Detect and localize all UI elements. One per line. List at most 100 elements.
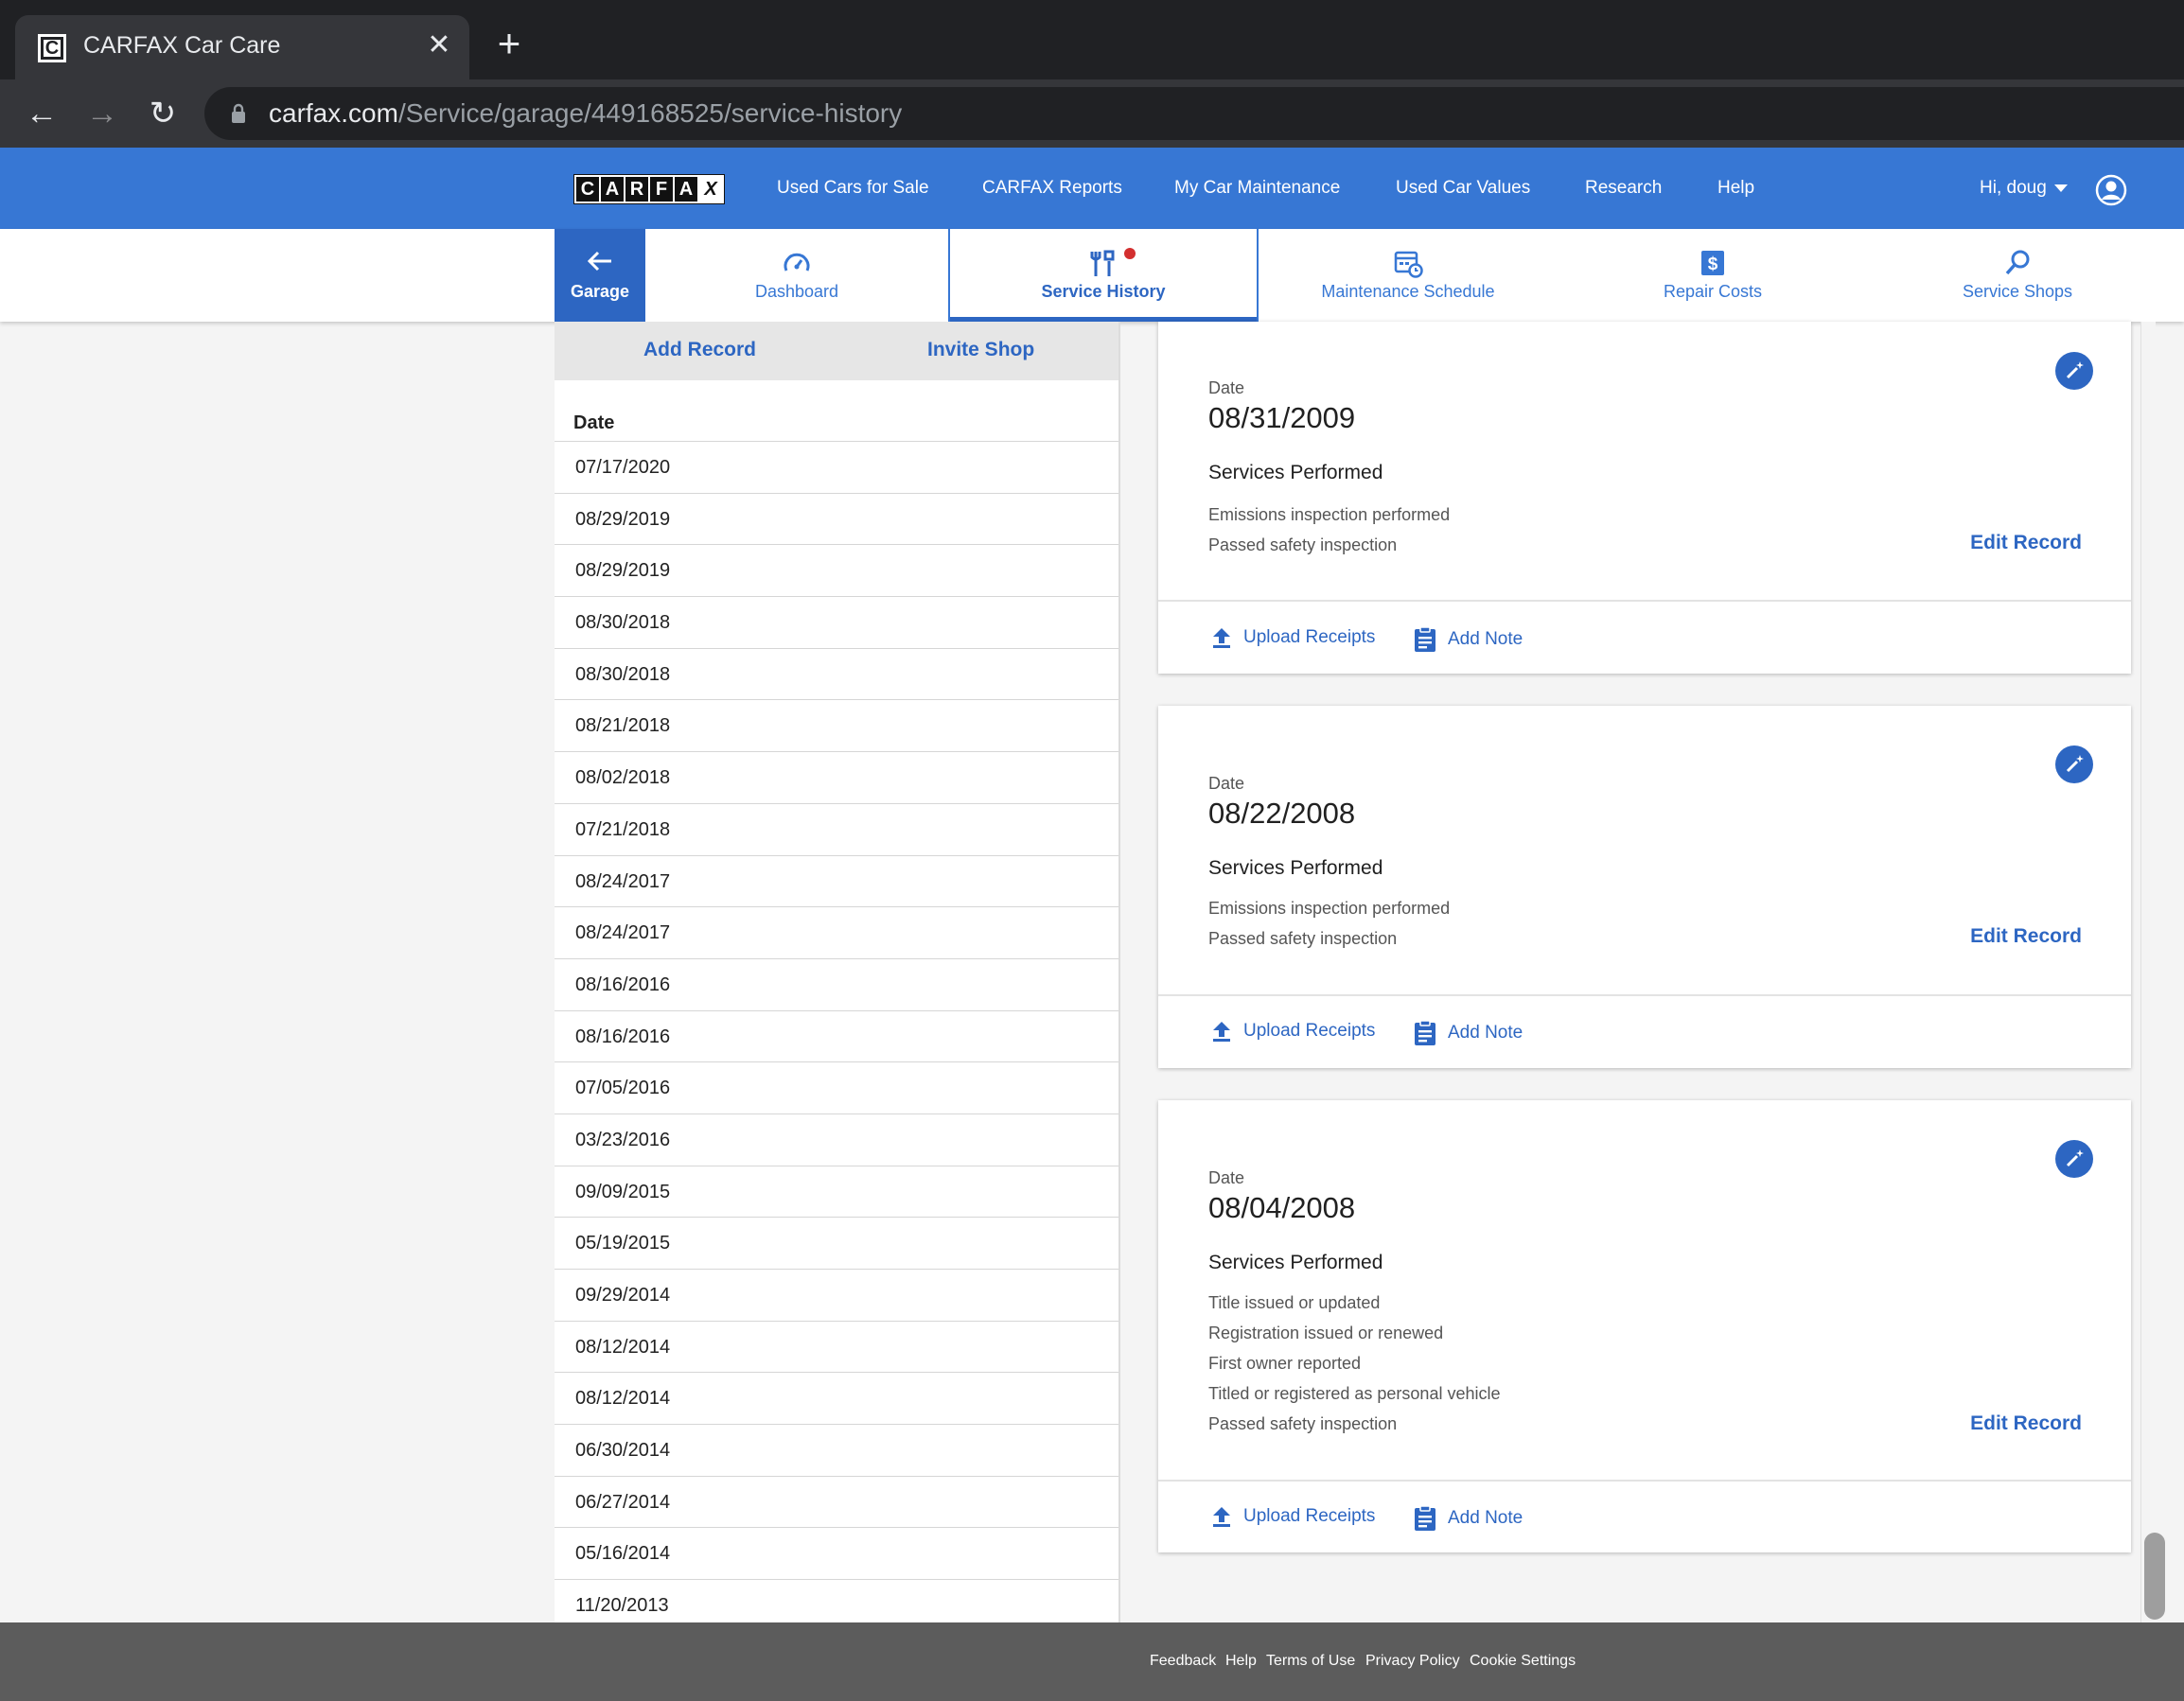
service-item: Passed safety inspection [1208, 1414, 1398, 1433]
tab-maintenance-schedule[interactable]: Maintenance Schedule [1259, 229, 1558, 322]
date-list-item[interactable]: 09/29/2014 [555, 1269, 1118, 1321]
nav-research[interactable]: Research [1585, 178, 1662, 199]
date-list-item[interactable]: 08/12/2014 [555, 1320, 1118, 1373]
add-note-button[interactable]: Add Note [1414, 1505, 1523, 1532]
nav-used-car-values[interactable]: Used Car Values [1396, 178, 1530, 199]
user-menu[interactable]: Hi, doug [1980, 178, 2068, 199]
close-tab-icon[interactable]: ✕ [422, 28, 456, 62]
edit-record-link[interactable]: Edit Record [1970, 532, 2082, 554]
date-list-item[interactable]: 08/16/2016 [555, 1009, 1118, 1062]
date-list-item[interactable]: 05/19/2015 [555, 1217, 1118, 1269]
edit-record-link[interactable]: Edit Record [1970, 1412, 2082, 1435]
back-arrow-icon[interactable]: ← [21, 93, 62, 134]
date-list-item[interactable]: 08/21/2018 [555, 699, 1118, 751]
tab-dashboard[interactable]: Dashboard [645, 229, 948, 322]
calendar-clock-icon [1394, 251, 1423, 278]
footer-help-link[interactable]: Help [1225, 1653, 1257, 1670]
tab-repair-costs[interactable]: $ Repair Costs [1558, 229, 1868, 322]
date-label: Date [1208, 774, 1245, 793]
date-list-item[interactable]: 08/12/2014 [555, 1372, 1118, 1424]
scrollbar-track[interactable] [2140, 322, 2156, 1622]
add-record-button[interactable]: Add Record [643, 339, 756, 361]
upload-icon [1213, 1022, 1230, 1042]
date-list-item[interactable]: 06/30/2014 [555, 1424, 1118, 1476]
service-item: First owner reported [1208, 1354, 1362, 1373]
date-list-item[interactable]: 08/02/2018 [555, 751, 1118, 803]
nav-my-car-maintenance[interactable]: My Car Maintenance [1174, 178, 1340, 199]
date-label: Date [1208, 1168, 1245, 1187]
date-list-item[interactable]: 03/23/2016 [555, 1113, 1118, 1166]
date-list-item[interactable]: 05/16/2014 [555, 1527, 1118, 1579]
upload-receipts-button[interactable]: Upload Receipts [1211, 1505, 1375, 1528]
url-host: carfax.com [269, 98, 398, 128]
date-list-item[interactable]: 09/09/2015 [555, 1165, 1118, 1218]
services-performed-title: Services Performed [1208, 857, 1383, 879]
service-list: Emissions inspection performed Passed sa… [1208, 500, 1450, 560]
garage-label: Garage [570, 282, 630, 301]
add-note-label: Add Note [1448, 1508, 1524, 1528]
reload-icon[interactable]: ↻ [142, 93, 184, 134]
add-note-button[interactable]: Add Note [1414, 1020, 1523, 1046]
scrollbar-thumb[interactable] [2144, 1533, 2165, 1620]
sub-navigation: Garage Dashboard Service History Mainten… [0, 229, 2184, 322]
footer-privacy-link[interactable]: Privacy Policy [1365, 1653, 1460, 1670]
date-list-item[interactable]: 08/24/2017 [555, 906, 1118, 958]
nav-used-cars[interactable]: Used Cars for Sale [777, 178, 929, 199]
service-record-card: Date 08/22/2008 Services Performed Emiss… [1158, 706, 2131, 1068]
footer-feedback-link[interactable]: Feedback [1150, 1653, 1216, 1670]
clipboard-icon [1415, 1505, 1435, 1531]
arrow-left-icon [587, 251, 611, 272]
card-divider [1158, 994, 2131, 996]
account-icon[interactable] [2095, 174, 2127, 206]
new-tab-icon[interactable]: + [490, 24, 528, 63]
date-list-item[interactable]: 08/30/2018 [555, 647, 1118, 700]
date-list-item[interactable]: 07/21/2018 [555, 802, 1118, 855]
tab-title: CARFAX Car Care [83, 32, 281, 59]
services-performed-title: Services Performed [1208, 462, 1383, 483]
logo-letter: R [625, 177, 648, 202]
nav-carfax-reports[interactable]: CARFAX Reports [982, 178, 1122, 199]
footer-cookie-settings-link[interactable]: Cookie Settings [1470, 1653, 1576, 1670]
logo-letter: C [576, 177, 599, 202]
date-list-item[interactable]: 07/17/2020 [555, 441, 1118, 493]
address-bar: ← → ↻ carfax.com/Service/garage/44916852… [0, 79, 2184, 148]
browser-tab[interactable]: C CARFAX Car Care ✕ [15, 15, 469, 79]
date-list-item[interactable]: 06/27/2014 [555, 1475, 1118, 1528]
panel-actions: Add Record Invite Shop [555, 322, 1118, 380]
date-list-item[interactable]: 08/29/2019 [555, 544, 1118, 596]
garage-button[interactable]: Garage [555, 229, 645, 322]
tab-label: Repair Costs [1663, 282, 1763, 301]
date-list-item[interactable]: 08/29/2019 [555, 492, 1118, 545]
upload-receipts-label: Upload Receipts [1243, 1506, 1376, 1526]
nav-help[interactable]: Help [1717, 178, 1754, 199]
forward-arrow-icon[interactable]: → [81, 93, 123, 134]
date-list-item[interactable]: 07/05/2016 [555, 1061, 1118, 1114]
tab-service-history[interactable]: Service History [948, 229, 1259, 322]
invite-shop-button[interactable]: Invite Shop [927, 339, 1034, 361]
add-note-button[interactable]: Add Note [1414, 626, 1523, 653]
upload-receipts-button[interactable]: Upload Receipts [1211, 1020, 1375, 1043]
date-list-item[interactable]: 08/16/2016 [555, 957, 1118, 1010]
carfax-logo[interactable]: C A R F A X [573, 174, 725, 204]
logo-letter: A [601, 177, 624, 202]
logo-letter: F [650, 177, 673, 202]
footer-terms-link[interactable]: Terms of Use [1266, 1653, 1355, 1670]
services-performed-title: Services Performed [1208, 1252, 1383, 1273]
edit-record-link[interactable]: Edit Record [1970, 925, 2082, 948]
date-list-item[interactable]: 11/20/2013 [555, 1579, 1118, 1622]
edit-record-button[interactable] [2055, 1140, 2093, 1178]
tab-service-shops[interactable]: Service Shops [1868, 229, 2167, 322]
upload-receipts-button[interactable]: Upload Receipts [1211, 626, 1375, 649]
date-list-item[interactable]: 08/30/2018 [555, 596, 1118, 648]
service-list: Emissions inspection performed Passed sa… [1208, 893, 1450, 954]
speedometer-icon [784, 253, 810, 272]
date-list: 07/17/2020 08/29/2019 08/29/2019 08/30/2… [555, 441, 1118, 1622]
magic-wand-icon [2066, 755, 2084, 773]
edit-record-button[interactable] [2055, 745, 2093, 783]
browser-tab-strip: C CARFAX Car Care ✕ + [0, 0, 2184, 79]
edit-record-button[interactable] [2055, 352, 2093, 390]
url-input[interactable]: carfax.com/Service/garage/449168525/serv… [204, 87, 2184, 140]
service-item: Emissions inspection performed [1208, 899, 1451, 918]
tab-label: Service History [1041, 282, 1166, 301]
date-list-item[interactable]: 08/24/2017 [555, 854, 1118, 907]
